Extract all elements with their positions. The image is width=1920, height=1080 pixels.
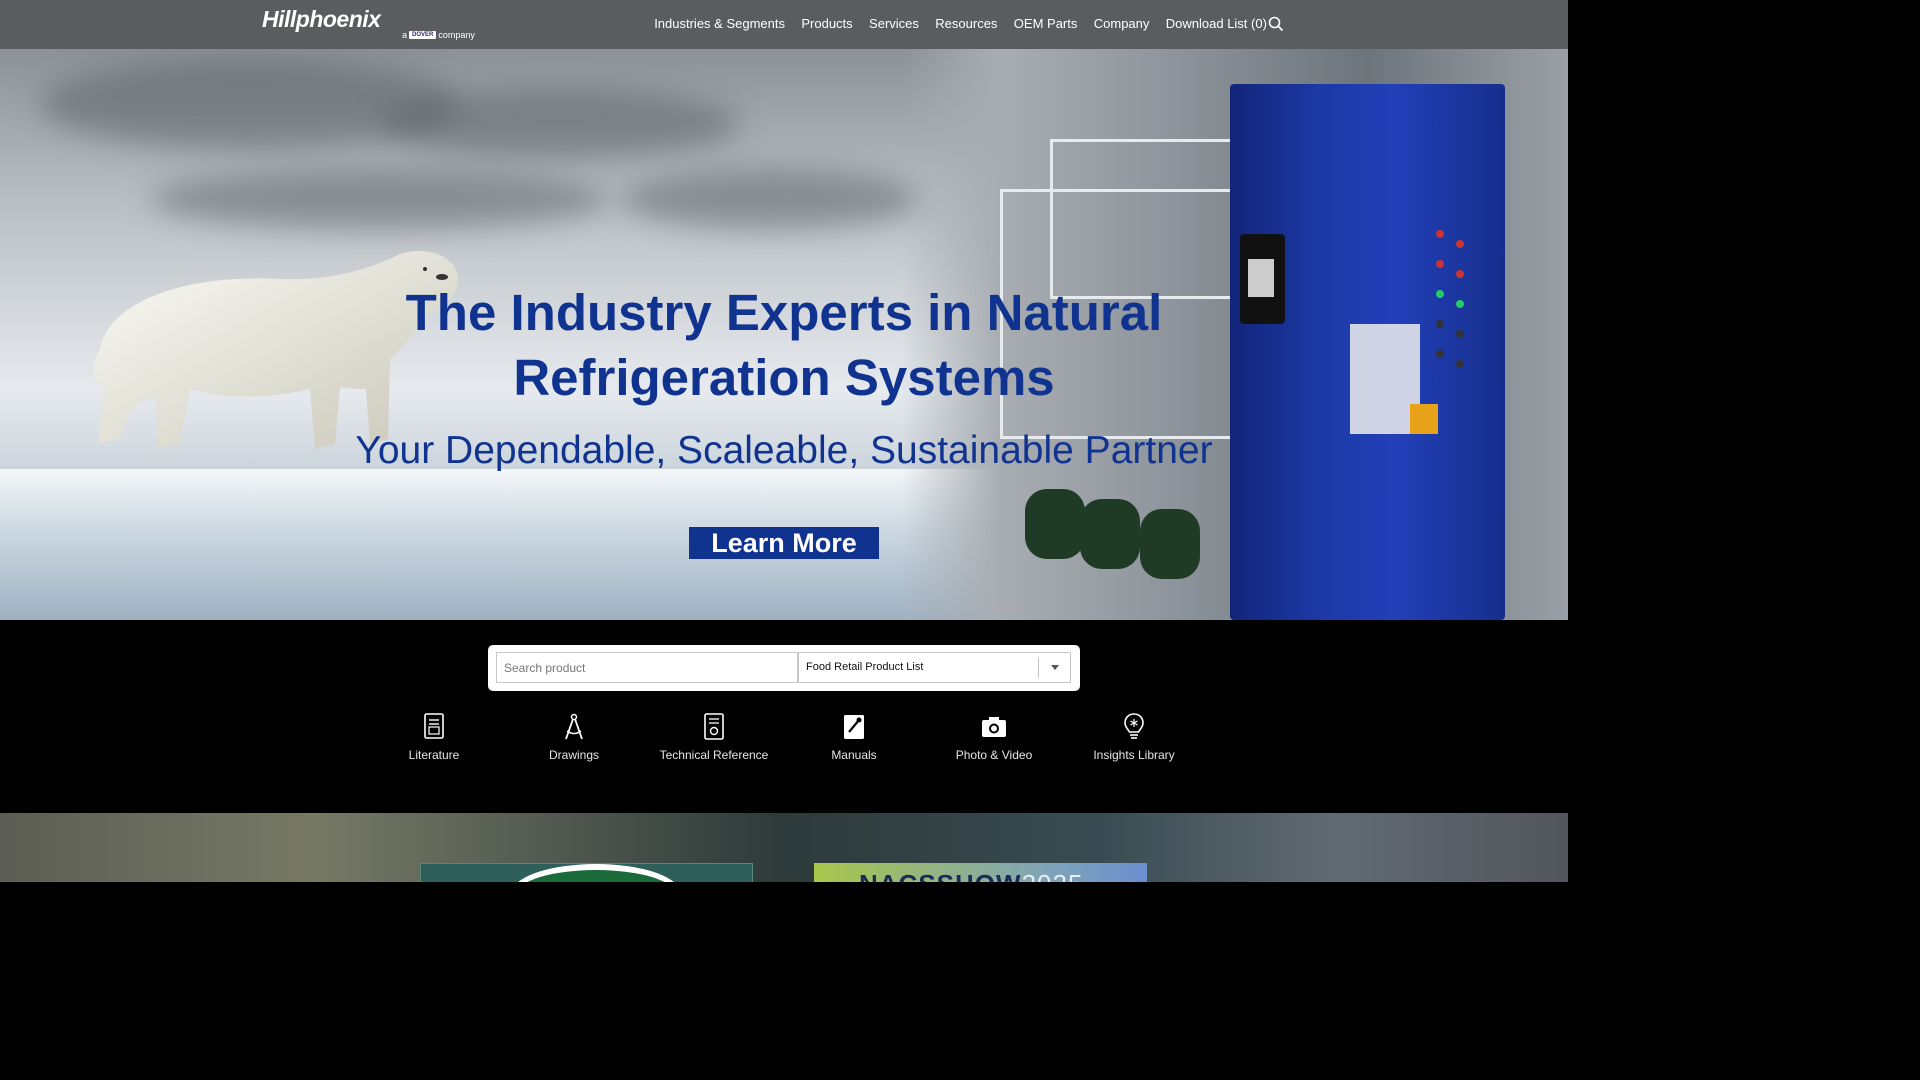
logo-tagline: a DOVER company xyxy=(402,30,475,40)
lightbulb-icon xyxy=(1124,713,1144,739)
tool-photo-video[interactable]: Photo & Video xyxy=(924,712,1064,762)
manual-icon xyxy=(844,715,864,739)
nav-company[interactable]: Company xyxy=(1086,16,1158,31)
tool-technical-reference-label: Technical Reference xyxy=(659,748,769,762)
card2-text-bold: NACS xyxy=(859,869,937,882)
tool-drawings[interactable]: Drawings xyxy=(504,712,644,762)
cloud-shape xyxy=(150,169,610,229)
nav-resources[interactable]: Resources xyxy=(927,16,1006,31)
tool-insights-library-label: Insights Library xyxy=(1093,748,1175,762)
hero-title-line1: The Industry Experts in Natural xyxy=(405,284,1163,341)
product-search-input[interactable] xyxy=(496,652,798,683)
hillphoenix-logo[interactable]: Hillphoenix a DOVER company xyxy=(262,6,482,44)
compressor-shape xyxy=(1080,499,1140,569)
hero-subtitle: Your Dependable, Scaleable, Sustainable … xyxy=(355,429,1213,472)
tool-photo-video-label: Photo & Video xyxy=(955,748,1033,762)
product-list-select-value: Food Retail Product List xyxy=(806,661,924,673)
resource-tools: Literature Drawings Technical Reference xyxy=(364,712,1204,762)
nacs-show-logo: NACSSHOW2025 xyxy=(859,869,1083,882)
tool-manuals[interactable]: Manuals xyxy=(784,712,924,762)
product-search-box: Food Retail Product List xyxy=(488,645,1080,691)
cloud-shape xyxy=(380,89,740,159)
featured-teaser: NACSSHOW2025 xyxy=(0,813,1568,882)
literature-icon xyxy=(424,713,444,739)
compressor-shape xyxy=(1140,509,1200,579)
tool-literature-label: Literature xyxy=(408,748,460,762)
main-nav: Industries & Segments Products Services … xyxy=(646,16,1275,31)
badge-emblem xyxy=(511,864,681,882)
tool-drawings-label: Drawings xyxy=(548,748,599,762)
nav-oem-parts[interactable]: OEM Parts xyxy=(1006,16,1086,31)
product-list-select[interactable]: Food Retail Product List xyxy=(798,652,1071,683)
tool-insights-library[interactable]: Insights Library xyxy=(1064,712,1204,762)
resource-strip: Food Retail Product List Literature Draw… xyxy=(0,620,1568,813)
logo-tagline-prefix: a xyxy=(402,30,408,40)
search-icon[interactable] xyxy=(1267,15,1285,33)
card2-text-mid: SHOW xyxy=(937,869,1022,882)
nav-services[interactable]: Services xyxy=(861,16,927,31)
chevron-down-icon[interactable] xyxy=(1038,657,1070,678)
featured-card-2[interactable]: NACSSHOW2025 xyxy=(814,863,1147,882)
dover-badge: DOVER xyxy=(409,31,437,39)
card2-text-light: 2025 xyxy=(1022,869,1084,882)
site-header: Hillphoenix a DOVER company Industries &… xyxy=(0,0,1568,49)
logo-tagline-suffix: company xyxy=(438,30,475,40)
compressor-shape xyxy=(1025,489,1085,559)
logo-wordmark: Hillphoenix xyxy=(262,6,381,32)
nav-industries-segments[interactable]: Industries & Segments xyxy=(646,16,793,31)
technical-reference-icon xyxy=(704,713,724,740)
drawing-compass-icon xyxy=(565,713,583,740)
cloud-shape xyxy=(620,169,920,229)
tool-literature[interactable]: Literature xyxy=(364,712,504,762)
camera-icon xyxy=(982,717,1006,737)
learn-more-button[interactable]: Learn More xyxy=(689,527,879,559)
nav-products[interactable]: Products xyxy=(793,16,861,31)
featured-card-1[interactable] xyxy=(420,863,753,882)
hero-banner: The Industry Experts in Natural Refriger… xyxy=(0,49,1568,620)
nav-download-list[interactable]: Download List (0) xyxy=(1158,16,1276,31)
hero-title-line2: Refrigeration Systems xyxy=(513,349,1055,406)
hero-title: The Industry Experts in Natural Refriger… xyxy=(284,280,1284,410)
tool-technical-reference[interactable]: Technical Reference xyxy=(644,712,784,762)
tool-manuals-label: Manuals xyxy=(831,748,877,762)
